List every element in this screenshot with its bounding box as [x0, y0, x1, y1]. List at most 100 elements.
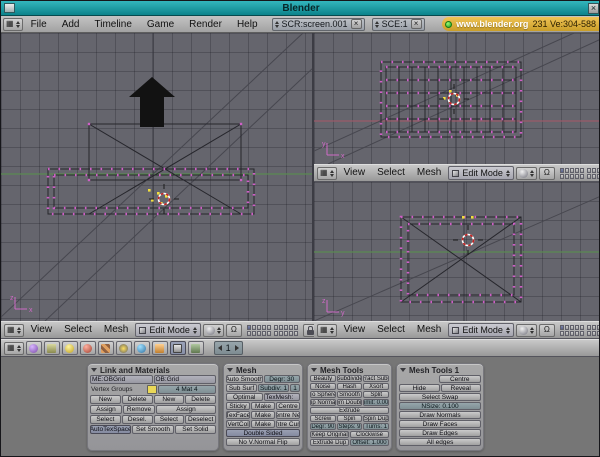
panel-header[interactable]: Link and Materials: [90, 365, 216, 375]
optimal-toggle[interactable]: Optimal: [226, 393, 263, 401]
shading-lamp-button[interactable]: [62, 341, 78, 355]
extrude-dup-button[interactable]: Extrude Dup: [310, 439, 349, 446]
menu-mesh[interactable]: Mesh: [99, 322, 133, 338]
scene-delete-button[interactable]: ×: [411, 19, 422, 29]
mode-dropdown[interactable]: Edit Mode: [448, 166, 514, 180]
material-delete-button[interactable]: Delete: [185, 395, 216, 404]
pivot-button[interactable]: Ω: [539, 324, 555, 337]
script-context-button[interactable]: [44, 341, 60, 355]
vgroup-remove-button[interactable]: Remove: [123, 405, 155, 414]
mode-dropdown[interactable]: Edit Mode: [448, 323, 514, 337]
window-type-button[interactable]: ▦: [4, 324, 24, 337]
world-button[interactable]: [134, 341, 150, 355]
lock-button[interactable]: [303, 324, 314, 337]
vgroup-delete-button[interactable]: Delete: [122, 395, 153, 404]
menu-timeline[interactable]: Timeline: [87, 16, 138, 33]
close-button[interactable]: ×: [588, 3, 599, 14]
subdiv-field[interactable]: Subdiv: 1: [258, 384, 289, 392]
layer-buttons[interactable]: [247, 325, 298, 336]
material-color-swatch[interactable]: [147, 385, 157, 394]
viewport-front[interactable]: zx: [1, 33, 314, 321]
spin-dup-button[interactable]: Spin Dup: [363, 415, 389, 422]
layer-buttons[interactable]: [560, 168, 600, 179]
select-swap-button[interactable]: Select Swap: [399, 393, 481, 401]
vgroup-deselect-button[interactable]: Desel.: [122, 415, 153, 424]
xsort-button[interactable]: Xsort: [363, 383, 389, 390]
blender-org-link[interactable]: www.blender.org: [456, 19, 528, 29]
window-menu-icon[interactable]: [4, 3, 15, 13]
buttons-workspace[interactable]: Link and Materials ME:OBGrid OB:Grid Ver…: [1, 357, 600, 457]
layer-group-1[interactable]: [560, 325, 584, 336]
page-prev-icon[interactable]: [218, 345, 222, 351]
panel-header[interactable]: Mesh Tools: [310, 365, 389, 375]
hide-button[interactable]: Hide: [399, 384, 440, 392]
centre-new-button[interactable]: Centre New: [276, 411, 300, 419]
nsize-field[interactable]: NSize: 0.100: [399, 402, 481, 410]
degr-field[interactable]: Degr: 30: [264, 375, 301, 383]
menu-help[interactable]: Help: [230, 16, 265, 33]
split-button[interactable]: Split: [363, 391, 389, 398]
material-index-button[interactable]: 4 Mat 4: [158, 385, 217, 394]
layer-group-1[interactable]: [247, 325, 271, 336]
menu-select[interactable]: Select: [59, 322, 97, 338]
page-stepper[interactable]: 1: [214, 341, 243, 355]
scene-selector[interactable]: SCE:1 ×: [372, 18, 425, 31]
page-next-icon[interactable]: [235, 345, 239, 351]
texmesh-field[interactable]: TexMesh:: [264, 393, 301, 401]
degr-field[interactable]: Degr: 90: [310, 423, 336, 430]
draw-type-button[interactable]: [516, 167, 537, 180]
vertcol-label-button[interactable]: VertCol: [226, 420, 250, 428]
menu-add[interactable]: Add: [55, 16, 87, 33]
object-name-field[interactable]: OB:Grid: [154, 375, 217, 384]
logic-context-button[interactable]: [26, 341, 42, 355]
double-sided-toggle[interactable]: Double Sided: [226, 429, 300, 437]
window-type-button[interactable]: ▦: [317, 167, 337, 180]
draw-faces-toggle[interactable]: Draw Faces: [399, 420, 481, 428]
menu-game[interactable]: Game: [140, 16, 181, 33]
all-edges-toggle[interactable]: All edges: [399, 438, 481, 446]
screen-delete-button[interactable]: ×: [351, 19, 362, 29]
editing-context-button[interactable]: [170, 341, 186, 355]
draw-edges-toggle[interactable]: Draw Edges: [399, 429, 481, 437]
keep-original-toggle[interactable]: Keep Original: [310, 431, 349, 438]
menu-mesh[interactable]: Mesh: [412, 165, 446, 181]
draw-type-button[interactable]: [516, 324, 537, 337]
pivot-button[interactable]: Ω: [226, 324, 242, 337]
material-assign-button[interactable]: Assign: [156, 405, 216, 414]
reveal-button[interactable]: Reveal: [441, 384, 482, 392]
subsurf-toggle[interactable]: Sub Surf: [226, 384, 257, 392]
no-vnormal-flip-toggle[interactable]: No V.Normal Flip: [226, 438, 300, 446]
offset-field[interactable]: Offset: 1.000: [350, 439, 389, 446]
texface-label-button[interactable]: TexFace: [226, 411, 250, 419]
vertcol-make-button[interactable]: Make: [251, 420, 275, 428]
menu-file[interactable]: File: [24, 16, 54, 33]
hash-button[interactable]: Hash: [337, 383, 363, 390]
layer-group-1[interactable]: [560, 168, 584, 179]
panel-header[interactable]: Mesh: [226, 365, 300, 375]
draw-type-button[interactable]: [203, 324, 224, 337]
set-solid-button[interactable]: Set Solid: [175, 425, 216, 434]
material-select-button[interactable]: Select: [154, 415, 185, 424]
texture-button[interactable]: [98, 341, 114, 355]
layer-group-2[interactable]: [587, 325, 600, 336]
spin-button[interactable]: Spin: [337, 415, 363, 422]
pivot-button[interactable]: Ω: [539, 167, 555, 180]
scene-context-button[interactable]: [188, 341, 204, 355]
draw-normals-toggle[interactable]: Draw Normals: [399, 411, 481, 419]
fract-subd-button[interactable]: Fract Subd: [363, 375, 389, 382]
menu-select[interactable]: Select: [372, 322, 410, 338]
centre-cursor-button[interactable]: Centre Cursor: [276, 420, 300, 428]
mesh-name-field[interactable]: ME:OBGrid: [90, 375, 153, 384]
steps-field[interactable]: Steps: 9: [337, 423, 363, 430]
turns-field[interactable]: Turns: 1: [363, 423, 389, 430]
to-sphere-button[interactable]: To Sphere: [310, 391, 336, 398]
material-new-button[interactable]: New: [154, 395, 185, 404]
vgroup-assign-button[interactable]: Assign: [90, 405, 122, 414]
vgroup-select-button[interactable]: Select: [90, 415, 121, 424]
panel-header[interactable]: Mesh Tools 1: [399, 365, 481, 375]
window-type-button[interactable]: ▦: [4, 342, 24, 355]
object-context-button[interactable]: [152, 341, 168, 355]
noise-button[interactable]: Noise: [310, 383, 336, 390]
centre-button[interactable]: Centre: [439, 375, 482, 383]
clockwise-toggle[interactable]: Clockwise: [350, 431, 389, 438]
